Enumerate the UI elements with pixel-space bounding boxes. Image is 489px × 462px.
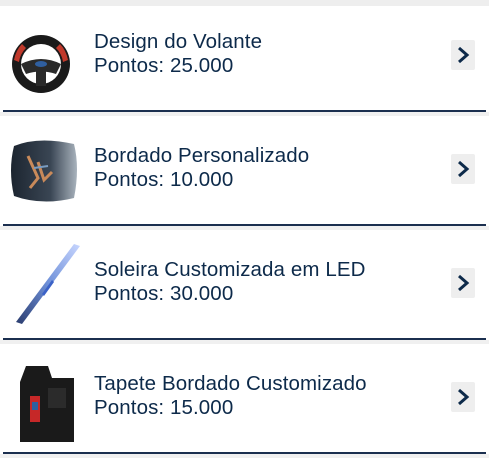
reward-title: Bordado Personalizado [94, 144, 310, 167]
car-floor-mat-image [8, 356, 82, 442]
steering-wheel-image [8, 14, 82, 100]
item-gap [0, 454, 489, 458]
reward-item-steering-wheel[interactable]: Design do Volante Pontos: 25.000 [0, 0, 489, 114]
reward-title: Tapete Bordado Customizado [94, 372, 367, 395]
reward-points: Pontos: 15.000 [94, 396, 234, 419]
reward-points: Pontos: 25.000 [94, 54, 234, 77]
reward-points: Pontos: 10.000 [94, 168, 234, 191]
reward-points: Pontos: 30.000 [94, 282, 234, 305]
embroidered-seat-image [8, 128, 82, 214]
reward-item-led-door-sill[interactable]: Soleira Customizada em LED Pontos: 30.00… [0, 228, 489, 342]
reward-item-car-floor-mat[interactable]: Tapete Bordado Customizado Pontos: 15.00… [0, 342, 489, 456]
reward-title: Soleira Customizada em LED [94, 258, 366, 281]
chevron-right-icon[interactable] [451, 268, 475, 298]
chevron-right-icon[interactable] [451, 382, 475, 412]
chevron-right-icon[interactable] [451, 40, 475, 70]
chevron-right-icon[interactable] [451, 154, 475, 184]
reward-title: Design do Volante [94, 30, 263, 53]
reward-item-embroidered-seat[interactable]: Bordado Personalizado Pontos: 10.000 [0, 114, 489, 228]
led-door-sill-image [8, 242, 82, 328]
